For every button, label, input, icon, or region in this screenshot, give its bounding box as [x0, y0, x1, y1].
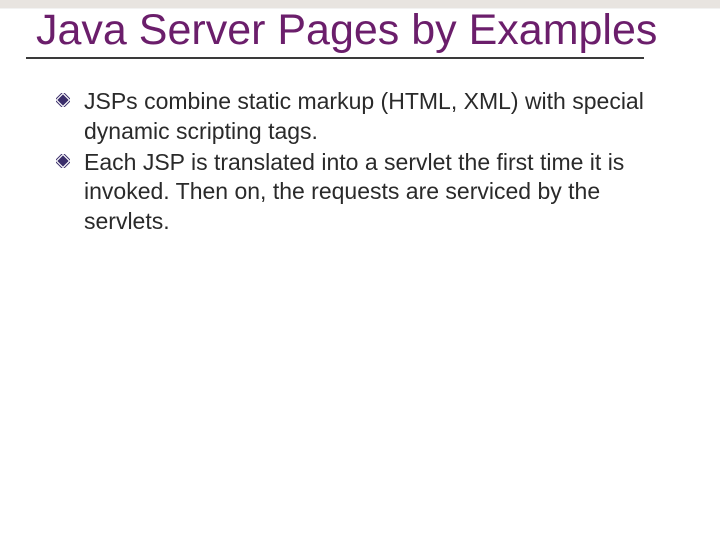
- title-underline: [26, 57, 644, 59]
- top-shadow-bar: [0, 0, 720, 8]
- bullet-list: JSPs combine static markup (HTML, XML) w…: [36, 87, 684, 236]
- bullet-text: JSPs combine static markup (HTML, XML) w…: [84, 88, 644, 143]
- list-item: Each JSP is translated into a servlet th…: [84, 148, 644, 236]
- slide-content: Java Server Pages by Examples JSPs combi…: [0, 0, 720, 236]
- list-item: JSPs combine static markup (HTML, XML) w…: [84, 87, 644, 146]
- diamond-bullet-icon: [56, 93, 70, 107]
- bullet-text: Each JSP is translated into a servlet th…: [84, 149, 624, 234]
- diamond-bullet-icon: [56, 154, 70, 168]
- slide-title: Java Server Pages by Examples: [36, 8, 684, 53]
